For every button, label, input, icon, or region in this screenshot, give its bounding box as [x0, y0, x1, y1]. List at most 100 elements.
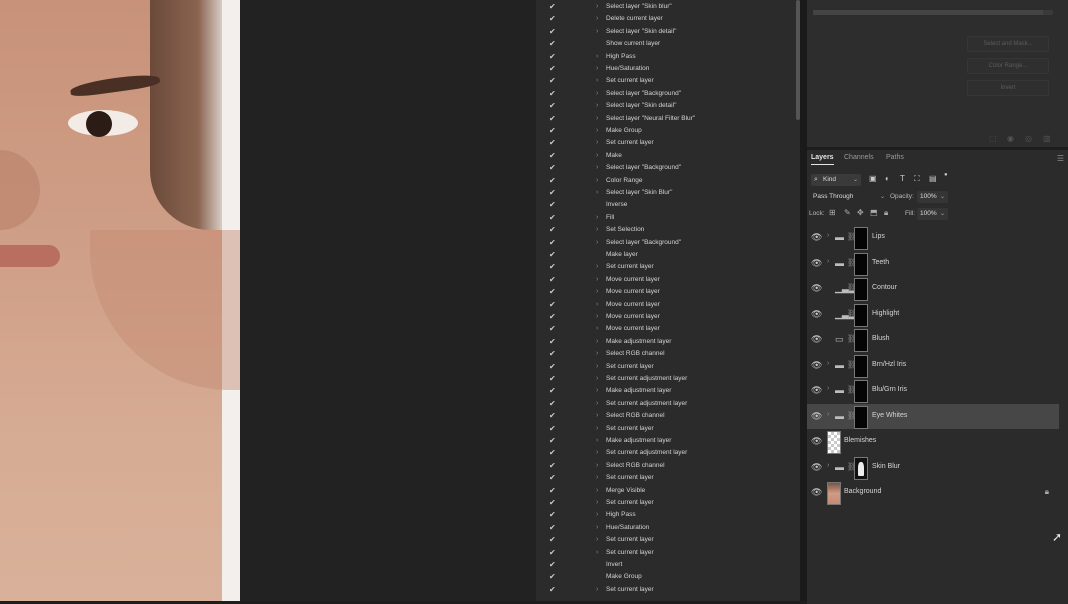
checkmark-icon[interactable]: ✔: [549, 125, 556, 137]
chevron-right-icon[interactable]: ›: [596, 299, 598, 311]
history-item[interactable]: ✔ › Set current layer: [536, 137, 792, 149]
layer-mask-thumbnail[interactable]: [854, 278, 868, 301]
chevron-right-icon[interactable]: ›: [596, 175, 598, 187]
panel-menu-icon[interactable]: ☰: [1057, 154, 1064, 163]
history-item[interactable]: ✔ › Select layer "Neural Filter Blur": [536, 113, 792, 125]
chevron-right-icon[interactable]: ›: [827, 360, 829, 367]
trash-icon[interactable]: ▥: [1043, 134, 1051, 143]
filter-toggle-icon[interactable]: ●: [944, 172, 948, 178]
checkmark-icon[interactable]: ✔: [549, 175, 556, 187]
eye-icon[interactable]: 👁︎: [811, 411, 822, 422]
checkmark-icon[interactable]: ✔: [549, 410, 556, 422]
history-item[interactable]: ✔ Invert: [536, 559, 792, 571]
checkmark-icon[interactable]: ✔: [549, 435, 556, 447]
history-item[interactable]: ✔ › Select RGB channel: [536, 348, 792, 360]
history-item[interactable]: ✔ › Select RGB channel: [536, 460, 792, 472]
chevron-right-icon[interactable]: ›: [596, 423, 598, 435]
checkmark-icon[interactable]: ✔: [549, 485, 556, 497]
layer-mask-thumbnail[interactable]: [854, 405, 868, 429]
history-item[interactable]: ✔ Show current layer: [536, 38, 792, 50]
history-item[interactable]: ✔ › Fill: [536, 212, 792, 224]
history-item[interactable]: ✔ › Set current layer: [536, 547, 792, 559]
canvas-pasteboard[interactable]: [240, 0, 536, 601]
checkmark-icon[interactable]: ✔: [549, 88, 556, 100]
history-item[interactable]: ✔ › Select layer "Background": [536, 162, 792, 174]
chevron-right-icon[interactable]: ›: [596, 485, 598, 497]
history-item[interactable]: ✔ › Select RGB channel: [536, 410, 792, 422]
checkmark-icon[interactable]: ✔: [549, 199, 556, 211]
checkmark-icon[interactable]: ✔: [549, 63, 556, 75]
checkmark-icon[interactable]: ✔: [549, 237, 556, 249]
checkmark-icon[interactable]: ✔: [549, 13, 556, 25]
history-item[interactable]: ✔ › Make adjustment layer: [536, 385, 792, 397]
history-item[interactable]: ✔ › Make Group: [536, 125, 792, 137]
history-item[interactable]: ✔ › Select layer "Skin detail": [536, 100, 792, 112]
eye-icon[interactable]: 👁︎: [811, 360, 822, 371]
chevron-right-icon[interactable]: ›: [596, 88, 598, 100]
history-item[interactable]: ✔ Make layer: [536, 249, 792, 261]
eye-icon[interactable]: 👁︎: [811, 385, 822, 396]
lock-transparency-icon[interactable]: ⊞: [829, 208, 836, 217]
checkmark-icon[interactable]: ✔: [549, 509, 556, 521]
view-previous-icon[interactable]: ◉: [1007, 134, 1014, 143]
smart-object-filter-icon[interactable]: ▤: [929, 174, 937, 183]
layer-row[interactable]: 👁︎ › ▬ ⛓ Brn/Hzl Iris: [807, 353, 1059, 378]
properties-slider[interactable]: [813, 10, 1053, 15]
chevron-right-icon[interactable]: ›: [596, 212, 598, 224]
history-item[interactable]: ✔ › Select layer "Skin detail": [536, 26, 792, 38]
chevron-right-icon[interactable]: ›: [827, 411, 829, 418]
layer-row[interactable]: 👁︎ Blemishes: [807, 429, 1059, 454]
opacity-field[interactable]: 100% ⌄: [917, 191, 948, 203]
chevron-right-icon[interactable]: ›: [596, 311, 598, 323]
history-item[interactable]: ✔ › High Pass: [536, 509, 792, 521]
chevron-right-icon[interactable]: ›: [596, 224, 598, 236]
history-item[interactable]: ✔ › Make: [536, 150, 792, 162]
tab-paths[interactable]: Paths: [886, 154, 904, 161]
select-and-mask-button[interactable]: Select and Mask...: [967, 36, 1049, 52]
layer-mask-thumbnail[interactable]: [854, 252, 868, 276]
checkmark-icon[interactable]: ✔: [549, 261, 556, 273]
clip-icon[interactable]: ⬚: [989, 134, 997, 143]
checkmark-icon[interactable]: ✔: [549, 348, 556, 360]
checkmark-icon[interactable]: ✔: [549, 75, 556, 87]
pixel-filter-icon[interactable]: ▣: [869, 174, 877, 183]
layer-row[interactable]: 👁︎ › ▬ ⛓ Teeth: [807, 251, 1059, 276]
checkmark-icon[interactable]: ✔: [549, 311, 556, 323]
chevron-right-icon[interactable]: ›: [596, 323, 598, 335]
blend-mode-select[interactable]: Pass Through ⌄: [811, 191, 887, 203]
tab-layers[interactable]: Layers: [811, 154, 834, 165]
chevron-right-icon[interactable]: ›: [596, 63, 598, 75]
chevron-right-icon[interactable]: ›: [596, 584, 598, 596]
checkmark-icon[interactable]: ✔: [549, 150, 556, 162]
layer-mask-thumbnail[interactable]: [854, 303, 868, 327]
eye-icon[interactable]: 👁︎: [811, 334, 822, 345]
history-item[interactable]: ✔ › Set current layer: [536, 361, 792, 373]
history-item[interactable]: ✔ Inverse: [536, 199, 792, 211]
checkmark-icon[interactable]: ✔: [549, 571, 556, 583]
checkmark-icon[interactable]: ✔: [549, 212, 556, 224]
history-item[interactable]: ✔ › Move current layer: [536, 274, 792, 286]
history-item[interactable]: ✔ › Color Range: [536, 175, 792, 187]
history-item[interactable]: ✔ Make Group: [536, 571, 792, 583]
chevron-right-icon[interactable]: ›: [596, 373, 598, 385]
eye-icon[interactable]: 👁︎: [811, 462, 822, 473]
history-item[interactable]: ✔ › Merge Visible: [536, 485, 792, 497]
chevron-right-icon[interactable]: ›: [827, 385, 829, 392]
chevron-right-icon[interactable]: ›: [596, 534, 598, 546]
visibility-icon[interactable]: ◎: [1025, 134, 1032, 143]
chevron-right-icon[interactable]: ›: [596, 522, 598, 534]
layer-thumbnail[interactable]: [827, 431, 841, 454]
chevron-right-icon[interactable]: ›: [596, 26, 598, 38]
checkmark-icon[interactable]: ✔: [549, 26, 556, 38]
chevron-right-icon[interactable]: ›: [596, 150, 598, 162]
chevron-right-icon[interactable]: ›: [827, 258, 829, 265]
layer-row[interactable]: 👁︎ › ▬ ⛓ Blu/Grn Iris: [807, 378, 1059, 403]
adjustment-filter-icon[interactable]: ◐: [885, 174, 890, 183]
chevron-right-icon[interactable]: ›: [596, 361, 598, 373]
chevron-right-icon[interactable]: ›: [596, 261, 598, 273]
lock-all-icon[interactable]: 🔒︎: [884, 208, 888, 218]
color-range-button[interactable]: Color Range...: [967, 58, 1049, 74]
chevron-right-icon[interactable]: ›: [596, 75, 598, 87]
chevron-right-icon[interactable]: ›: [596, 460, 598, 472]
checkmark-icon[interactable]: ✔: [549, 336, 556, 348]
